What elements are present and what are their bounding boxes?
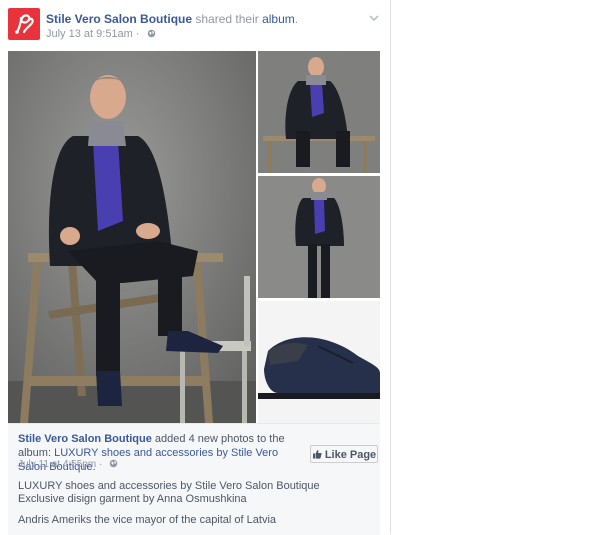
description-line: LUXURY shoes and accessories by Stile Ve… [18,480,320,492]
album-photo-thumb-2[interactable] [258,176,380,298]
attachment-timestamp-row: July 11 at 4:55pm · [18,459,118,470]
chevron-down-icon[interactable] [368,12,380,24]
page-name-link[interactable]: Stile Vero Salon Boutique [46,12,192,26]
post-timestamp[interactable]: July 13 at 9:51am [46,28,133,40]
album-attachment: Stile Vero Salon Boutique added 4 new ph… [8,423,380,535]
header-period: . [294,12,299,26]
like-page-button[interactable]: Like Page [310,445,378,463]
post-timestamp-row: July 13 at 9:51am · [46,28,156,40]
attachment-page-link[interactable]: Stile Vero Salon Boutique [18,433,152,445]
timestamp-separator: · [135,28,140,40]
thumbs-up-icon [312,450,322,459]
attachment-separator: · [98,459,103,470]
album-photo-main[interactable] [8,51,256,423]
attachment-timestamp[interactable]: July 11 at 4:55pm [18,459,96,470]
feed-post: Stile Vero Salon Boutique shared their a… [0,0,391,535]
album-photo-thumb-3[interactable] [258,301,380,423]
shared-text: shared their [195,12,259,26]
description-line: Exclusive disign garment by Anna Osmushk… [18,493,247,505]
boutique-logo-icon [15,14,34,34]
globe-icon[interactable] [147,29,156,38]
attachment-description: LUXURY shoes and accessories by Stile Ve… [18,480,320,506]
album-link[interactable]: album [262,12,295,26]
like-page-label: Like Page [324,449,377,461]
attachment-caption: Andris Ameriks the vice mayor of the cap… [18,514,277,526]
globe-icon[interactable] [109,459,118,468]
album-photo-thumb-1[interactable] [258,51,380,173]
page-avatar[interactable] [8,8,40,40]
post-header-line: Stile Vero Salon Boutique shared their a… [46,12,298,26]
